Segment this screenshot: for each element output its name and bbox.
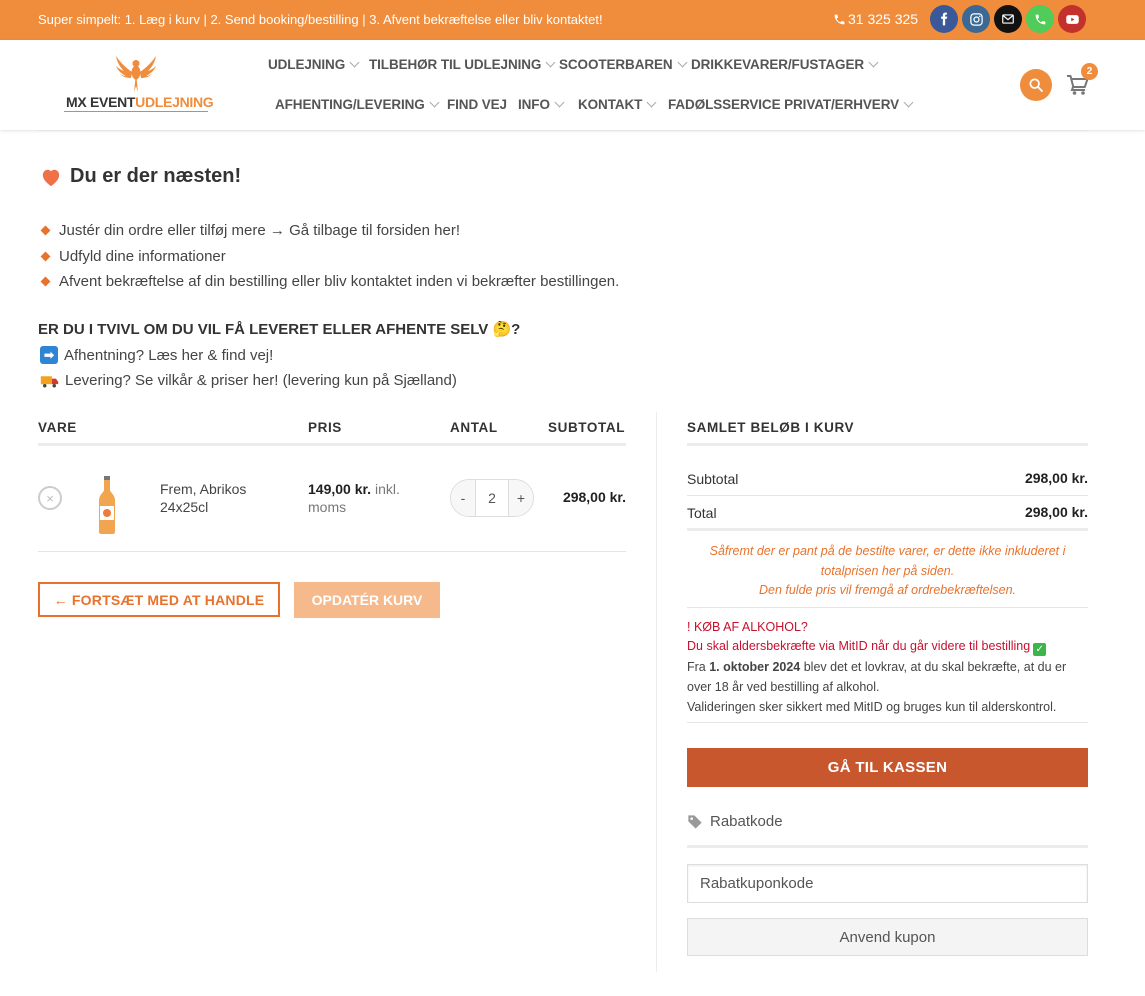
top-bar-phone[interactable]: 31 325 325 xyxy=(833,11,918,27)
product-price: 149,00 kr. inkl. moms xyxy=(308,481,400,515)
quantity-decrease-button[interactable]: - xyxy=(451,480,475,516)
quantity-input[interactable]: 2 xyxy=(475,480,509,516)
tag-icon xyxy=(688,814,702,829)
alcohol-mitid-notice: Du skal aldersbekræfte via MitID når du … xyxy=(687,639,1047,656)
totals-divider xyxy=(687,528,1088,531)
nav-udlejning[interactable]: UDLEJNING xyxy=(268,57,360,72)
column-divider xyxy=(656,412,657,972)
pickup-link[interactable]: ➡ Afhentning? Læs her & find vej! xyxy=(40,346,273,364)
column-header-pris: PRIS xyxy=(308,420,342,435)
quantity-increase-button[interactable]: + xyxy=(509,480,533,516)
update-cart-button[interactable]: OPDATÉR KURV xyxy=(294,582,440,618)
logo-text: MX EVENTUDLEJNING xyxy=(66,94,214,110)
search-button[interactable] xyxy=(1020,69,1052,101)
chevron-down-icon xyxy=(677,57,688,68)
total-label: Total xyxy=(687,505,717,521)
chevron-down-icon xyxy=(903,97,914,108)
truck-icon xyxy=(40,375,59,387)
totals-divider xyxy=(687,607,1088,608)
subtotal-value: 298,00 kr. xyxy=(1024,470,1088,486)
coupon-toggle[interactable]: Rabatkode xyxy=(687,813,783,830)
diamond-bullet-icon xyxy=(40,276,51,287)
phoenix-logo-icon xyxy=(116,56,156,92)
nav-kontakt[interactable]: KONTAKT xyxy=(578,97,657,112)
phone-number: 31 325 325 xyxy=(848,11,919,27)
intro-bullet: Afvent bekræftelse af din bestilling ell… xyxy=(40,273,619,290)
table-header-divider xyxy=(38,443,626,446)
coupon-divider xyxy=(687,845,1088,848)
search-icon xyxy=(1029,78,1043,92)
facebook-icon[interactable] xyxy=(930,5,958,33)
chevron-down-icon xyxy=(554,97,565,108)
nav-scooterbaren[interactable]: SCOOTERBAREN xyxy=(559,57,688,72)
intro-bullet[interactable]: Justér din ordre eller tilføj mere → Gå … xyxy=(40,222,460,239)
chevron-down-icon xyxy=(646,97,657,108)
quantity-stepper: - 2 + xyxy=(450,479,534,517)
nav-info[interactable]: INFO xyxy=(518,97,565,112)
subtotal-label: Subtotal xyxy=(687,471,739,487)
chevron-down-icon xyxy=(349,57,360,68)
instagram-icon[interactable] xyxy=(962,5,990,33)
diamond-bullet-icon xyxy=(40,251,51,262)
logo-underline xyxy=(64,111,208,112)
nav-find-vej[interactable]: FIND VEJ xyxy=(447,97,507,112)
phone-icon xyxy=(834,14,845,24)
alcohol-validation-text: Valideringen sker sikkert med MitID og b… xyxy=(687,700,1057,714)
chevron-down-icon xyxy=(429,97,440,108)
right-arrow-icon: ➡ xyxy=(40,346,58,364)
product-image[interactable] xyxy=(96,476,118,534)
apply-coupon-button[interactable]: Anvend kupon xyxy=(687,918,1088,956)
column-header-vare: VARE xyxy=(38,420,77,435)
totals-header-divider xyxy=(687,443,1088,446)
social-links xyxy=(930,5,1086,33)
deposit-note: Såfremt der er pant på de bestilte varer… xyxy=(709,544,1066,597)
nav-fadolsservice[interactable]: FADØLSSERVICE PRIVAT/ERHVERV xyxy=(668,97,914,112)
remove-item-button[interactable]: × xyxy=(38,486,62,510)
top-bar-message: Super simpelt: 1. Læg i kurv | 2. Send b… xyxy=(38,12,603,27)
coupon-code-input[interactable] xyxy=(687,864,1088,903)
header-divider xyxy=(38,130,1088,131)
item-subtotal: 298,00 kr. xyxy=(562,489,626,505)
nav-tilbehor[interactable]: TILBEHØR TIL UDLEJNING xyxy=(369,57,556,72)
delivery-question-heading: ER DU I TVIVL OM DU VIL FÅ LEVERET ELLER… xyxy=(38,321,521,338)
total-value: 298,00 kr. xyxy=(1024,504,1088,520)
page-title: Du er der næsten! xyxy=(40,165,241,188)
delivery-link[interactable]: Levering? Se vilkår & priser her! (lever… xyxy=(40,372,457,389)
diamond-bullet-icon xyxy=(40,225,51,236)
product-name-link[interactable]: Frem, Abrikos 24x25cl xyxy=(160,480,280,516)
cart-count-badge: 2 xyxy=(1081,63,1098,80)
top-bar: Super simpelt: 1. Læg i kurv | 2. Send b… xyxy=(0,0,1145,40)
continue-shopping-button[interactable]: ← FORTSÆT MED AT HANDLE xyxy=(38,582,280,617)
site-header: MX EVENTUDLEJNING UDLEJNING TILBEHØR TIL… xyxy=(0,40,1145,130)
column-header-subtotal: SUBTOTAL xyxy=(548,420,626,435)
totals-divider xyxy=(687,722,1088,723)
alcohol-warning-title: ! KØB AF ALKOHOL? xyxy=(687,620,808,634)
chevron-down-icon xyxy=(545,57,556,68)
heart-icon xyxy=(42,169,60,186)
column-header-antal: ANTAL xyxy=(450,420,498,435)
nav-drikkevarer[interactable]: DRIKKEVARER/FUSTAGER xyxy=(691,57,879,72)
email-icon[interactable] xyxy=(994,5,1022,33)
cart-totals-title: SAMLET BELØB I KURV xyxy=(687,420,855,435)
table-row-divider xyxy=(38,551,626,552)
check-icon: ✓ xyxy=(1033,643,1047,656)
alcohol-law-text: Fra 1. oktober 2024 blev det et lovkrav,… xyxy=(687,660,1067,694)
youtube-icon[interactable] xyxy=(1058,5,1086,33)
intro-bullet: Udfyld dine informationer xyxy=(40,248,226,265)
site-logo[interactable]: MX EVENTUDLEJNING xyxy=(64,54,214,116)
totals-divider xyxy=(687,495,1088,496)
chevron-down-icon xyxy=(868,57,879,68)
checkout-button[interactable]: GÅ TIL KASSEN xyxy=(687,748,1088,787)
nav-afhenting[interactable]: AFHENTING/LEVERING xyxy=(275,97,440,112)
phone-icon[interactable] xyxy=(1026,5,1054,33)
